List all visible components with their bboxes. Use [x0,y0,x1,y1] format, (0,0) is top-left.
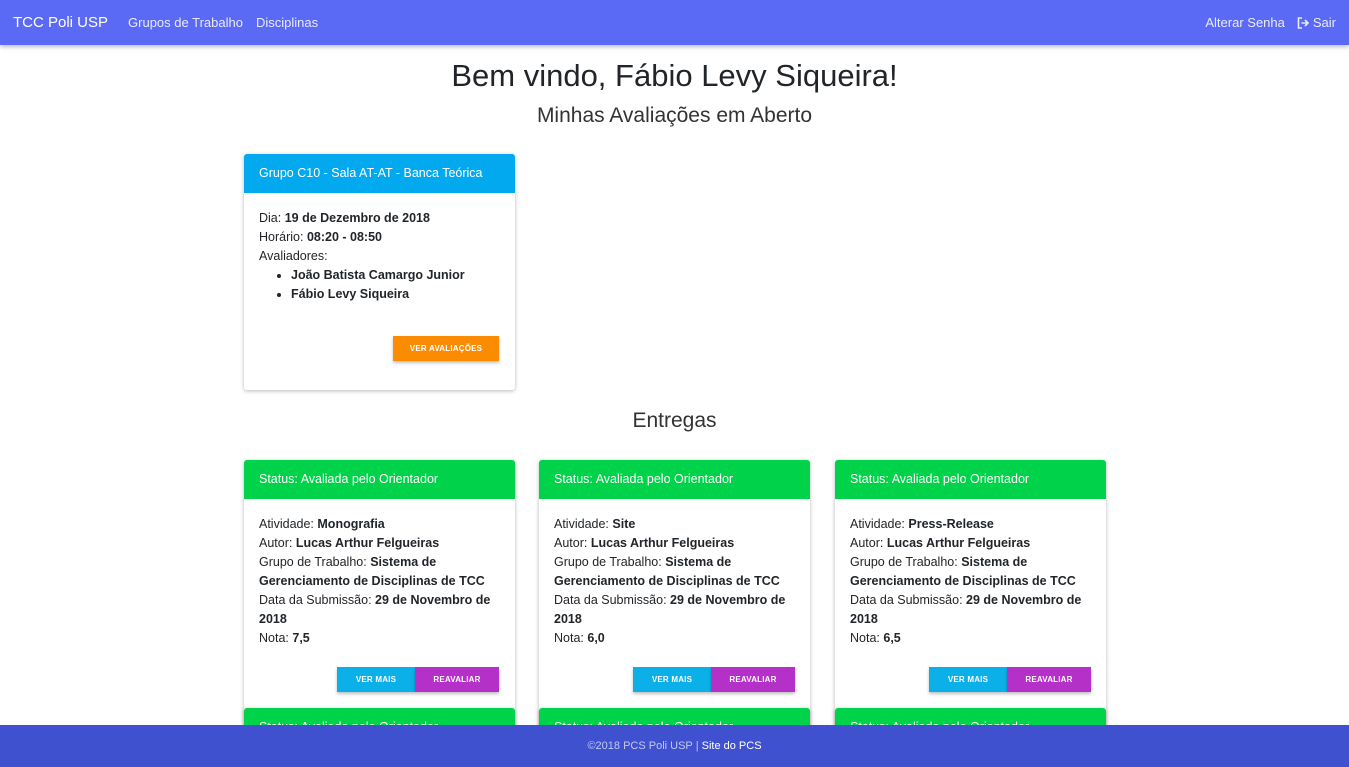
delivery-author: Autor: Lucas Arthur Felgueiras [554,536,735,550]
view-evaluations-button[interactable]: VER AVALIAÇÕES [393,336,499,361]
delivery-grade: Nota: 6,0 [554,631,605,645]
welcome-title: Bem vindo, Fábio Levy Siqueira! [451,58,898,93]
delivery-group: Grupo de Trabalho: Sistema de Gerenciame… [850,555,1076,588]
view-more-button[interactable]: VER MAIS [337,667,415,692]
evaluators-label: Avaliadores: [259,249,328,263]
footer-pcs-link[interactable]: Site do PCS [702,740,762,752]
evaluation-card-header: Grupo C10 - Sala AT-AT - Banca Teórica [244,154,515,193]
delivery-card-partial: Status: Avaliada pelo Orientador [539,708,810,725]
footer-copyright: ©2018 PCS Poli USP [587,740,693,752]
footer: ©2018 PCS Poli USP | Site do PCS [0,725,1349,767]
delivery-card-partial: Status: Avaliada pelo Orientador [835,708,1106,725]
delivery-author: Autor: Lucas Arthur Felgueiras [850,536,1031,550]
delivery-date: Data da Submissão: 29 de Novembro de 201… [850,593,1082,626]
evaluators-list: João Batista Camargo Junior Fábio Levy S… [291,266,500,304]
open-evaluations-title: Minhas Avaliações em Aberto [536,104,813,127]
delivery-date: Data da Submissão: 29 de Novembro de 201… [259,593,491,626]
delivery-activity: Atividade: Site [554,517,636,531]
evaluation-card: Grupo C10 - Sala AT-AT - Banca Teórica D… [244,154,515,390]
delivery-status-header: Status: Avaliada pelo Orientador [539,708,810,725]
evaluation-time: Horário: 08:20 - 08:50 [259,230,383,244]
evaluator-item: Fábio Levy Siqueira [291,285,500,304]
delivery-activity: Atividade: Monografia [259,517,385,531]
nav-right: Alterar Senha Sair [1193,15,1336,30]
delivery-grade: Nota: 6,5 [850,631,901,645]
evaluation-day: Dia: 19 de Dezembro de 2018 [259,211,430,225]
reevaluate-button[interactable]: REAVALIAR [415,667,499,692]
delivery-group: Grupo de Trabalho: Sistema de Gerenciame… [554,555,780,588]
navbar: TCC Poli USP Grupos de Trabalho Discipli… [0,0,1349,45]
delivery-grade: Nota: 7,5 [259,631,310,645]
delivery-card-partial: Status: Avaliada pelo Orientador [244,708,515,725]
footer-separator: | [695,740,699,752]
delivery-status-header: Status: Avaliada pelo Orientador [244,460,515,499]
sign-out-icon [1297,16,1309,29]
evaluation-card-body: Dia: 19 de Dezembro de 2018 Horário: 08:… [244,193,515,304]
delivery-group: Grupo de Trabalho: Sistema de Gerenciame… [259,555,485,588]
delivery-status-header: Status: Avaliada pelo Orientador [835,708,1106,725]
reevaluate-button[interactable]: REAVALIAR [1007,667,1091,692]
view-more-button[interactable]: VER MAIS [929,667,1007,692]
logout-label: Sair [1312,15,1336,30]
delivery-card-body: Atividade: Site Autor: Lucas Arthur Felg… [539,499,810,648]
delivery-activity: Atividade: Press-Release [850,517,994,531]
logout-link[interactable]: Sair [1297,15,1336,30]
reevaluate-button[interactable]: REAVALIAR [711,667,795,692]
view-more-button[interactable]: VER MAIS [633,667,711,692]
delivery-card: Status: Avaliada pelo Orientador Ativida… [244,460,515,725]
brand-link[interactable]: TCC Poli USP [13,14,108,31]
main-content: Bem vindo, Fábio Levy Siqueira! Minhas A… [0,45,1349,725]
delivery-author: Autor: Lucas Arthur Felgueiras [259,536,440,550]
delivery-date: Data da Submissão: 29 de Novembro de 201… [554,593,786,626]
nav-link-disciplinas[interactable]: Disciplinas [256,15,318,30]
delivery-status-header: Status: Avaliada pelo Orientador [835,460,1106,499]
delivery-card-body: Atividade: Press-Release Autor: Lucas Ar… [835,499,1106,648]
change-password-link[interactable]: Alterar Senha [1205,15,1285,30]
evaluator-item: João Batista Camargo Junior [291,266,500,285]
delivery-status-header: Status: Avaliada pelo Orientador [539,460,810,499]
delivery-card: Status: Avaliada pelo Orientador Ativida… [835,460,1106,725]
delivery-card-body: Atividade: Monografia Autor: Lucas Arthu… [244,499,515,648]
deliveries-title: Entregas [632,409,717,432]
delivery-status-header: Status: Avaliada pelo Orientador [244,708,515,725]
nav-link-grupos[interactable]: Grupos de Trabalho [128,15,243,30]
delivery-card: Status: Avaliada pelo Orientador Ativida… [539,460,810,725]
